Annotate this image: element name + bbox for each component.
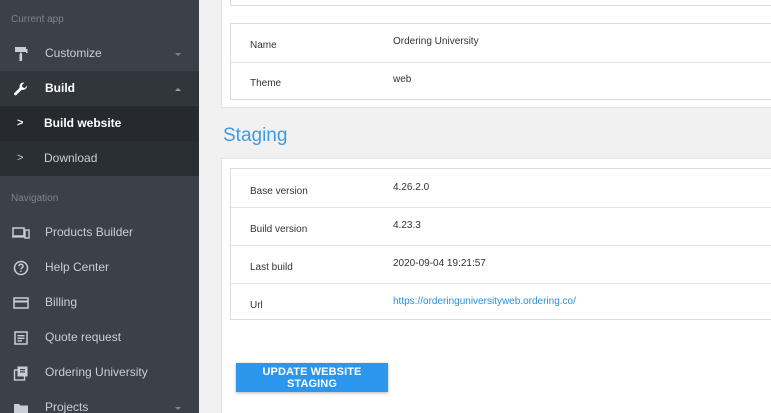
sidebar-item-products-builder[interactable]: Products Builder bbox=[0, 215, 199, 250]
table-row: Theme web bbox=[231, 62, 771, 100]
name-value: Ordering University bbox=[393, 36, 479, 47]
staging-table: Base version 4.26.2.0 Build version 4.23… bbox=[230, 168, 771, 320]
paint-roller-icon bbox=[12, 45, 30, 63]
chevron-up-icon bbox=[172, 83, 184, 95]
sidebar-item-label: Ordering University bbox=[45, 365, 148, 379]
name-label: Name bbox=[250, 40, 277, 51]
table-row: Last build 2020-09-04 19:21:57 bbox=[231, 245, 771, 283]
sidebar-item-help-center[interactable]: Help Center bbox=[0, 250, 199, 285]
document-list-icon bbox=[12, 329, 30, 347]
sidebar-item-build-website[interactable]: > Build website bbox=[0, 106, 199, 141]
chevron-down-icon bbox=[172, 48, 184, 60]
staging-title: Staging bbox=[223, 125, 288, 146]
sidebar-item-ordering-university[interactable]: Ordering University bbox=[0, 355, 199, 390]
folder-icon bbox=[12, 399, 30, 413]
table-row: Build version 4.23.3 bbox=[231, 207, 771, 245]
last-build-value: 2020-09-04 19:21:57 bbox=[393, 258, 486, 269]
current-app-section-label: Current app bbox=[11, 14, 64, 25]
library-icon bbox=[12, 364, 30, 382]
credit-card-icon bbox=[12, 294, 30, 312]
sidebar-item-label: Billing bbox=[45, 295, 78, 309]
base-version-value: 4.26.2.0 bbox=[393, 182, 430, 193]
app-info-table: Name Ordering University Theme web bbox=[230, 23, 771, 100]
sidebar-item-billing[interactable]: Billing bbox=[0, 285, 199, 320]
main-content: Name Ordering University Theme web Stagi… bbox=[199, 0, 771, 413]
previous-card-edge bbox=[230, 0, 771, 6]
theme-label: Theme bbox=[250, 78, 282, 89]
sidebar-item-download[interactable]: > Download bbox=[0, 141, 199, 176]
sidebar-item-quote-request[interactable]: Quote request bbox=[0, 320, 199, 355]
update-website-staging-button[interactable]: UPDATE WEBSITE STAGING bbox=[236, 363, 388, 392]
sidebar-item-label: Quote request bbox=[45, 330, 122, 344]
staging-url-link[interactable]: https://orderinguniversityweb.ordering.c… bbox=[393, 296, 576, 307]
sidebar-item-label: Customize bbox=[45, 46, 102, 60]
app-info-card: Name Ordering University Theme web bbox=[221, 0, 771, 108]
last-build-label: Last build bbox=[250, 262, 293, 273]
theme-value: web bbox=[393, 74, 412, 85]
build-version-value: 4.23.3 bbox=[393, 220, 421, 231]
devices-icon bbox=[12, 224, 30, 242]
chevron-down-icon bbox=[172, 402, 184, 413]
sidebar-item-label: Build bbox=[45, 81, 75, 95]
sidebar-item-customize[interactable]: Customize bbox=[0, 36, 199, 71]
build-version-label: Build version bbox=[250, 224, 308, 235]
url-label: Url bbox=[250, 300, 263, 311]
chevron-right-icon: > bbox=[17, 117, 24, 129]
sidebar-item-label: Products Builder bbox=[45, 225, 134, 239]
sidebar-item-label: Projects bbox=[45, 400, 89, 413]
sidebar-item-projects[interactable]: Projects bbox=[0, 390, 199, 413]
navigation-section-label: Navigation bbox=[11, 193, 59, 204]
base-version-label: Base version bbox=[250, 186, 308, 197]
sidebar-item-label: Build website bbox=[44, 116, 122, 130]
help-circle-icon bbox=[12, 259, 30, 277]
sidebar-item-build[interactable]: Build bbox=[0, 71, 199, 106]
chevron-right-icon: > bbox=[17, 152, 24, 164]
table-row: Base version 4.26.2.0 bbox=[231, 169, 771, 207]
table-row: Name Ordering University bbox=[231, 24, 771, 62]
table-row: Url https://orderinguniversityweb.orderi… bbox=[231, 283, 771, 321]
sidebar-item-label: Help Center bbox=[45, 260, 110, 274]
sidebar-item-label: Download bbox=[44, 151, 98, 165]
sidebar: Current app Customize Build > Build webs… bbox=[0, 0, 199, 413]
wrench-icon bbox=[12, 80, 30, 98]
